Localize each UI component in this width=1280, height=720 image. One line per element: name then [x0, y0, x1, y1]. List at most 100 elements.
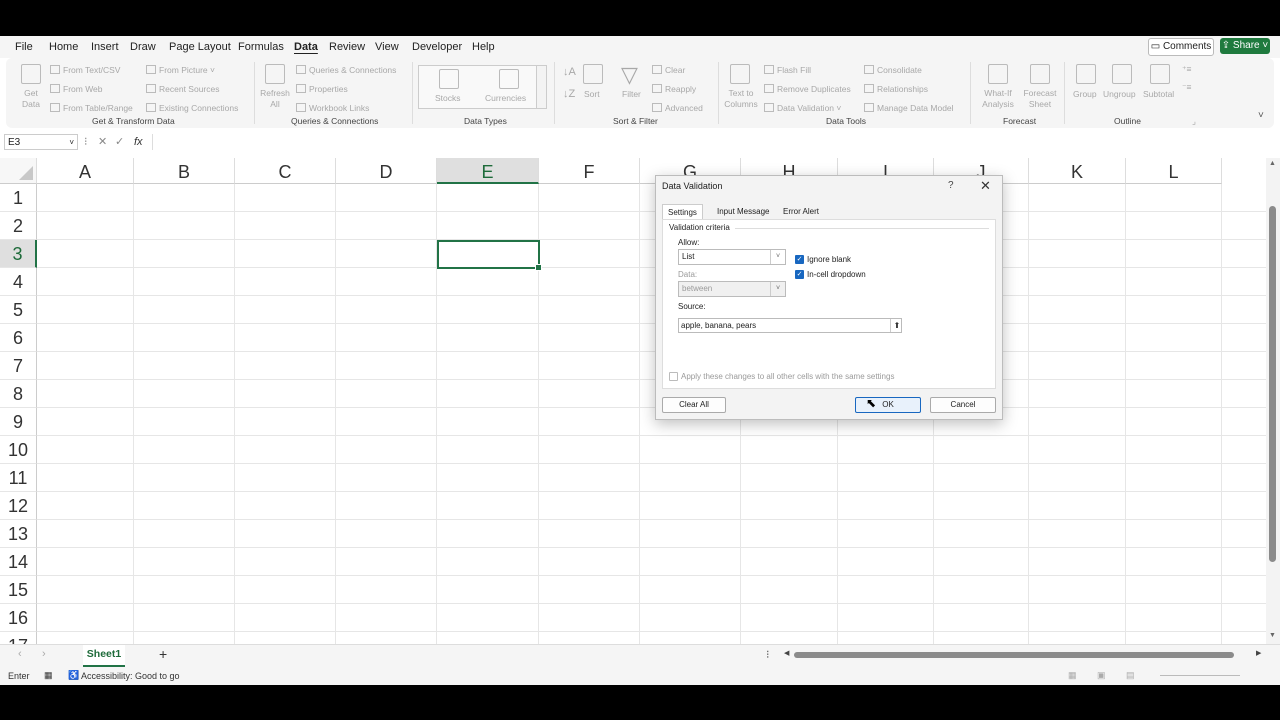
- what-if-analysis-button[interactable]: What-If Analysis: [977, 88, 1019, 110]
- collapse-ribbon-icon[interactable]: ˅: [1258, 110, 1264, 121]
- ungroup-button[interactable]: Ungroup: [1103, 89, 1136, 99]
- accessibility-icon[interactable]: ♿: [68, 670, 79, 681]
- column-header-d[interactable]: D: [336, 158, 437, 184]
- group-button[interactable]: Group: [1073, 89, 1097, 99]
- text-to-columns-button[interactable]: Text to Columns: [722, 88, 760, 110]
- row-header-13[interactable]: 13: [0, 520, 37, 548]
- row-header-17[interactable]: 17: [0, 632, 37, 644]
- tab-input-message[interactable]: Input Message: [712, 204, 774, 219]
- menu-developer[interactable]: Developer: [412, 41, 462, 53]
- row-header-5[interactable]: 5: [0, 296, 37, 324]
- column-header-l[interactable]: L: [1126, 158, 1222, 184]
- scroll-left-icon[interactable]: ◀: [784, 649, 789, 657]
- get-data-button[interactable]: Get Data: [16, 88, 46, 110]
- help-icon[interactable]: ?: [948, 180, 954, 191]
- more-icon[interactable]: ⁝: [766, 648, 770, 661]
- formula-input[interactable]: [152, 134, 1275, 150]
- properties-button[interactable]: Properties: [296, 84, 348, 94]
- menu-view[interactable]: View: [375, 41, 399, 53]
- scroll-up-icon[interactable]: ▲: [1269, 160, 1276, 167]
- menu-help[interactable]: Help: [472, 41, 495, 53]
- row-header-15[interactable]: 15: [0, 576, 37, 604]
- fx-icon[interactable]: fx: [134, 134, 143, 150]
- clear-all-button[interactable]: Clear All: [662, 397, 726, 413]
- flash-fill-button[interactable]: Flash Fill: [764, 65, 811, 75]
- in-cell-dropdown-checkbox[interactable]: ✓: [795, 270, 804, 279]
- recent-sources-button[interactable]: Recent Sources: [146, 84, 219, 94]
- forecast-sheet-button[interactable]: Forecast Sheet: [1022, 88, 1058, 110]
- menu-file[interactable]: File: [15, 41, 33, 53]
- column-header-f[interactable]: F: [539, 158, 640, 184]
- hide-detail-icon[interactable]: ⁻≡: [1182, 82, 1191, 93]
- subtotal-button[interactable]: Subtotal: [1143, 89, 1174, 99]
- tab-settings[interactable]: Settings: [662, 204, 703, 220]
- row-header-9[interactable]: 9: [0, 408, 37, 436]
- from-web-button[interactable]: From Web: [50, 84, 103, 94]
- reapply-button[interactable]: Reapply: [652, 84, 696, 94]
- row-header-2[interactable]: 2: [0, 212, 37, 240]
- ok-button[interactable]: OK: [855, 397, 921, 413]
- row-header-7[interactable]: 7: [0, 352, 37, 380]
- select-all-corner[interactable]: [0, 158, 37, 184]
- menu-draw[interactable]: Draw: [130, 41, 156, 53]
- row-header-12[interactable]: 12: [0, 492, 37, 520]
- page-break-view-icon[interactable]: ▤: [1126, 670, 1135, 681]
- queries-connections-button[interactable]: Queries & Connections: [296, 65, 396, 75]
- ignore-blank-label[interactable]: Ignore blank: [807, 255, 851, 264]
- zoom-slider[interactable]: [1160, 675, 1240, 676]
- gallery-scroll[interactable]: [536, 65, 547, 109]
- menu-insert[interactable]: Insert: [91, 41, 119, 53]
- active-cell-e3[interactable]: [437, 240, 542, 271]
- column-header-e[interactable]: E: [437, 158, 539, 184]
- column-header-a[interactable]: A: [37, 158, 134, 184]
- ignore-blank-checkbox[interactable]: ✓: [795, 255, 804, 264]
- remove-duplicates-button[interactable]: Remove Duplicates: [764, 84, 851, 94]
- allow-select[interactable]: List ˅: [678, 249, 786, 265]
- scroll-down-icon[interactable]: ▼: [1269, 632, 1276, 639]
- row-header-8[interactable]: 8: [0, 380, 37, 408]
- from-text-csv-button[interactable]: From Text/CSV: [50, 65, 120, 75]
- manage-data-model-button[interactable]: Manage Data Model: [864, 103, 954, 113]
- apply-all-label[interactable]: Apply these changes to all other cells w…: [681, 372, 894, 381]
- row-header-11[interactable]: 11: [0, 464, 37, 492]
- currencies-button[interactable]: Currencies: [485, 93, 526, 103]
- filter-button[interactable]: Filter: [622, 89, 641, 99]
- cancel-button[interactable]: Cancel: [930, 397, 996, 413]
- normal-view-icon[interactable]: ▦: [1068, 670, 1077, 681]
- sort-az-icon[interactable]: ↓A: [563, 66, 576, 78]
- tab-error-alert[interactable]: Error Alert: [778, 204, 824, 219]
- stocks-button[interactable]: Stocks: [435, 93, 461, 103]
- comments-button[interactable]: ▭ Comments: [1148, 38, 1214, 56]
- from-table-range-button[interactable]: From Table/Range: [50, 103, 133, 113]
- sheet-tab-sheet1[interactable]: Sheet1: [83, 645, 125, 667]
- menu-page-layout[interactable]: Page Layout: [169, 41, 231, 53]
- refresh-all-button[interactable]: Refresh All: [258, 88, 292, 110]
- menu-review[interactable]: Review: [329, 41, 365, 53]
- more-options-icon[interactable]: ⁝: [84, 134, 88, 150]
- worksheet-grid[interactable]: ABCDEFGHIJKL1234567891011121314151617: [0, 158, 1266, 644]
- vertical-scrollbar[interactable]: ▲ ▼: [1266, 158, 1280, 644]
- prev-sheet-icon[interactable]: ‹: [18, 648, 22, 660]
- dialog-launcher-icon[interactable]: ⌟: [1192, 116, 1196, 127]
- from-picture-button[interactable]: From Picture ˅: [146, 65, 215, 75]
- data-validation-button[interactable]: Data Validation ˅: [764, 103, 841, 113]
- share-button[interactable]: ⇪ Share ˅: [1220, 38, 1270, 54]
- row-header-3[interactable]: 3: [0, 240, 37, 268]
- name-box[interactable]: E3 ˅: [4, 134, 78, 150]
- existing-connections-button[interactable]: Existing Connections: [146, 103, 238, 113]
- in-cell-dropdown-label[interactable]: In-cell dropdown: [807, 270, 866, 279]
- menu-data[interactable]: Data: [294, 41, 318, 53]
- collapse-range-icon[interactable]: ⬆: [890, 319, 903, 332]
- sort-za-icon[interactable]: ↓Z: [563, 88, 575, 100]
- column-header-c[interactable]: C: [235, 158, 336, 184]
- show-detail-icon[interactable]: ⁺≡: [1182, 64, 1191, 75]
- workbook-links-button[interactable]: Workbook Links: [296, 103, 369, 113]
- column-header-b[interactable]: B: [134, 158, 235, 184]
- consolidate-button[interactable]: Consolidate: [864, 65, 922, 75]
- cancel-icon[interactable]: ✕: [98, 134, 107, 150]
- menu-home[interactable]: Home: [49, 41, 78, 53]
- data-types-gallery[interactable]: Stocks Currencies: [418, 65, 538, 109]
- next-sheet-icon[interactable]: ›: [42, 648, 46, 660]
- horizontal-scrollbar[interactable]: ◀ ▶: [784, 649, 1264, 659]
- row-header-1[interactable]: 1: [0, 184, 37, 212]
